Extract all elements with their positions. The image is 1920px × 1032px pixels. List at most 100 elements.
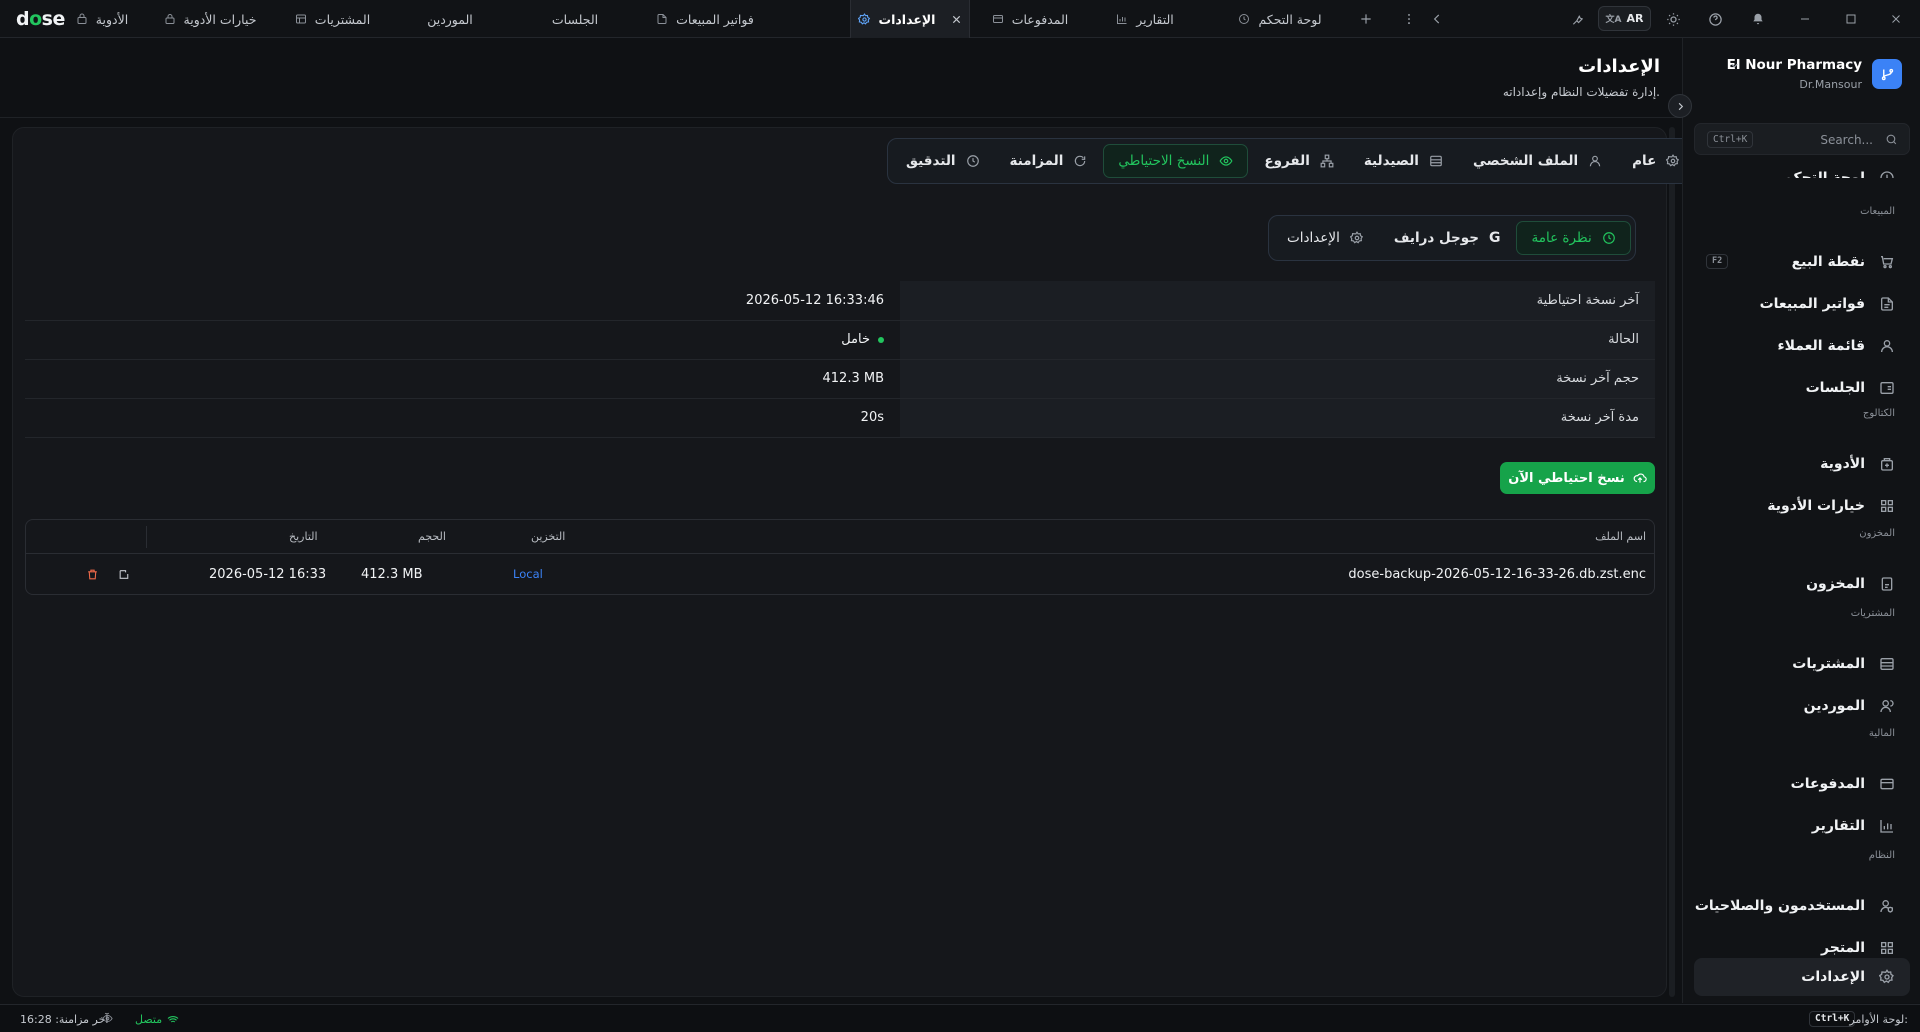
clock-icon: [1879, 170, 1895, 178]
tab-sessions[interactable]: الجلسات: [520, 0, 630, 38]
maximize-icon[interactable]: [1841, 9, 1861, 29]
close-tab-icon[interactable]: [951, 14, 962, 25]
backup-now-button[interactable]: نسخ احتياطي الآن: [1500, 462, 1655, 494]
sidebar-item-users-permissions[interactable]: المستخدمون والصلاحيات: [1694, 887, 1910, 925]
nav-group-finance: المالية: [1868, 728, 1895, 739]
tab-suppliers[interactable]: الموردين: [395, 0, 505, 38]
sidebar-item-customers[interactable]: قائمة العملاء: [1694, 327, 1910, 365]
sidebar-item-sales-invoices[interactable]: فواتير المبيعات: [1694, 285, 1910, 323]
sidebar-collapse-button[interactable]: [1668, 94, 1692, 118]
last-backup-value: 2026-05-12 16:33:46: [745, 292, 884, 308]
tab-audit[interactable]: التدقيق: [892, 144, 994, 178]
sidebar-item-suppliers[interactable]: الموردين: [1694, 687, 1910, 725]
nav-group-system: النظام: [1868, 850, 1895, 861]
file-name: dose-backup-2026-05-12-16-33-26.db.zst.e…: [1348, 566, 1646, 582]
search-shortcut: Ctrl+K: [1707, 131, 1754, 148]
tab-purchases[interactable]: المشتريات: [280, 0, 385, 38]
sync-icon: [102, 1013, 113, 1024]
sidebar-item-reports[interactable]: التقارير: [1694, 807, 1910, 845]
size-value: 412.3 MB: [822, 371, 884, 386]
command-palette-label: لوحة الأوامر:: [1849, 1013, 1908, 1026]
page-title: الإعدادات: [1578, 56, 1660, 77]
tab-pharmacy[interactable]: الصيدلية: [1350, 144, 1457, 178]
page-header: الإعدادات إدارة تفضيلات النظام وإعداداته…: [0, 38, 1680, 118]
cloud-upload-icon: [1633, 471, 1647, 485]
more-vertical-icon[interactable]: [1399, 9, 1419, 29]
minimize-icon[interactable]: [1795, 9, 1815, 29]
user-icon: [1588, 154, 1602, 168]
duration-value: 20s: [860, 410, 884, 425]
wifi-icon: [167, 1014, 179, 1026]
table-header: اسم الملف التخزين الحجم التاريخ: [26, 520, 1654, 554]
last-sync-text: آخر مزامنة: 16:28: [20, 1013, 109, 1026]
tab-sales-invoices[interactable]: فواتير المبيعات: [640, 0, 770, 38]
bell-icon[interactable]: [1748, 9, 1768, 29]
language-toggle[interactable]: 文A AR: [1598, 6, 1651, 31]
tab-sync[interactable]: المزامنة: [996, 144, 1102, 178]
file-date: 2026-05-12 16:33: [209, 566, 327, 582]
google-icon: G: [1488, 230, 1501, 246]
register-icon: [1879, 380, 1895, 396]
tab-reports[interactable]: التقارير: [1100, 0, 1190, 38]
app-logo: dose: [16, 8, 65, 30]
file-icon: [656, 13, 668, 25]
sidebar-item-medicines[interactable]: الأدوية: [1694, 445, 1910, 483]
search-icon: [1885, 133, 1898, 146]
scrollbar[interactable]: [1669, 127, 1675, 997]
col-storage: التخزين: [531, 530, 566, 543]
eye-icon: [1219, 154, 1233, 168]
sidebar-item-settings[interactable]: الإعدادات: [1694, 958, 1910, 996]
history-icon: [1602, 231, 1616, 245]
pharmacy-name[interactable]: El Nour Pharmacy: [1727, 57, 1862, 73]
sidebar-item-inventory[interactable]: المخزون: [1694, 565, 1910, 603]
table-row[interactable]: dose-backup-2026-05-12-16-33-26.db.zst.e…: [26, 554, 1654, 594]
tab-dashboard[interactable]: لوحة التحكم: [1220, 0, 1340, 38]
last-backup-label: آخر نسخة احتياطية: [900, 281, 1655, 321]
clock-icon: [1238, 13, 1250, 25]
col-size: الحجم: [418, 530, 446, 543]
subtab-overview[interactable]: نظرة عامة: [1516, 221, 1631, 255]
backup-subtabs: نظرة عامة G جوجل درايف الإعدادات: [1268, 215, 1636, 261]
connection-status: متصل: [135, 1013, 179, 1026]
sidebar-item-pos[interactable]: F2 نقطة البيع: [1694, 243, 1910, 281]
search-placeholder: Search...: [1820, 133, 1873, 147]
chevron-down-icon[interactable]: [1729, 60, 1740, 71]
new-tab-icon[interactable]: [1356, 9, 1376, 29]
sidebar-item-dashboard[interactable]: لوحة التحكم: [1694, 156, 1910, 178]
sidebar-item-sessions[interactable]: الجلسات: [1694, 369, 1910, 407]
tab-medicines[interactable]: الأدوية: [62, 0, 142, 38]
store-icon: [295, 13, 307, 25]
duration-label: مدة آخر نسخة: [900, 398, 1655, 438]
user-name: Dr.Mansour: [1799, 78, 1862, 91]
tab-profile[interactable]: الملف الشخصي: [1459, 144, 1616, 178]
gear-icon: [857, 12, 871, 26]
subtab-google-drive[interactable]: G جوجل درايف: [1380, 221, 1515, 255]
sidebar-item-purchases[interactable]: المشتريات: [1694, 645, 1910, 683]
wrench-icon[interactable]: [1568, 9, 1588, 29]
restore-icon[interactable]: [118, 554, 131, 594]
sun-icon[interactable]: [1663, 9, 1683, 29]
search-input[interactable]: Ctrl+K Search...: [1694, 123, 1910, 155]
info-row-last-backup: 2026-05-12 16:33:46 آخر نسخة احتياطية: [25, 281, 1655, 321]
subtab-settings[interactable]: الإعدادات: [1273, 221, 1378, 255]
tab-settings[interactable]: الإعدادات: [850, 0, 970, 38]
storage-badge: Local: [513, 567, 543, 581]
status-value: خامل: [841, 332, 870, 347]
tab-branches[interactable]: الفروع: [1250, 144, 1347, 178]
sidebar-item-medicine-options[interactable]: خيارات الأدوية: [1694, 487, 1910, 525]
tab-medicine-options[interactable]: خيارات الأدوية: [155, 0, 265, 38]
file-icon: [1879, 296, 1895, 312]
medicine-icon: [1879, 456, 1895, 472]
user-shield-icon: [1879, 898, 1895, 914]
branches-icon: [1320, 154, 1334, 168]
tab-payments[interactable]: المدفوعات: [980, 0, 1080, 38]
chart-icon: [1879, 818, 1895, 834]
sidebar-item-payments[interactable]: المدفوعات: [1694, 765, 1910, 803]
tab-backup[interactable]: النسخ الاحتياطي: [1103, 144, 1249, 178]
chevron-left-icon[interactable]: [1427, 9, 1447, 29]
page-subtitle: إدارة تفضيلات النظام وإعداداته.: [1502, 85, 1660, 99]
refresh-icon: [1073, 154, 1087, 168]
close-window-icon[interactable]: [1886, 9, 1906, 29]
delete-icon[interactable]: [86, 554, 99, 594]
help-icon[interactable]: [1705, 9, 1725, 29]
